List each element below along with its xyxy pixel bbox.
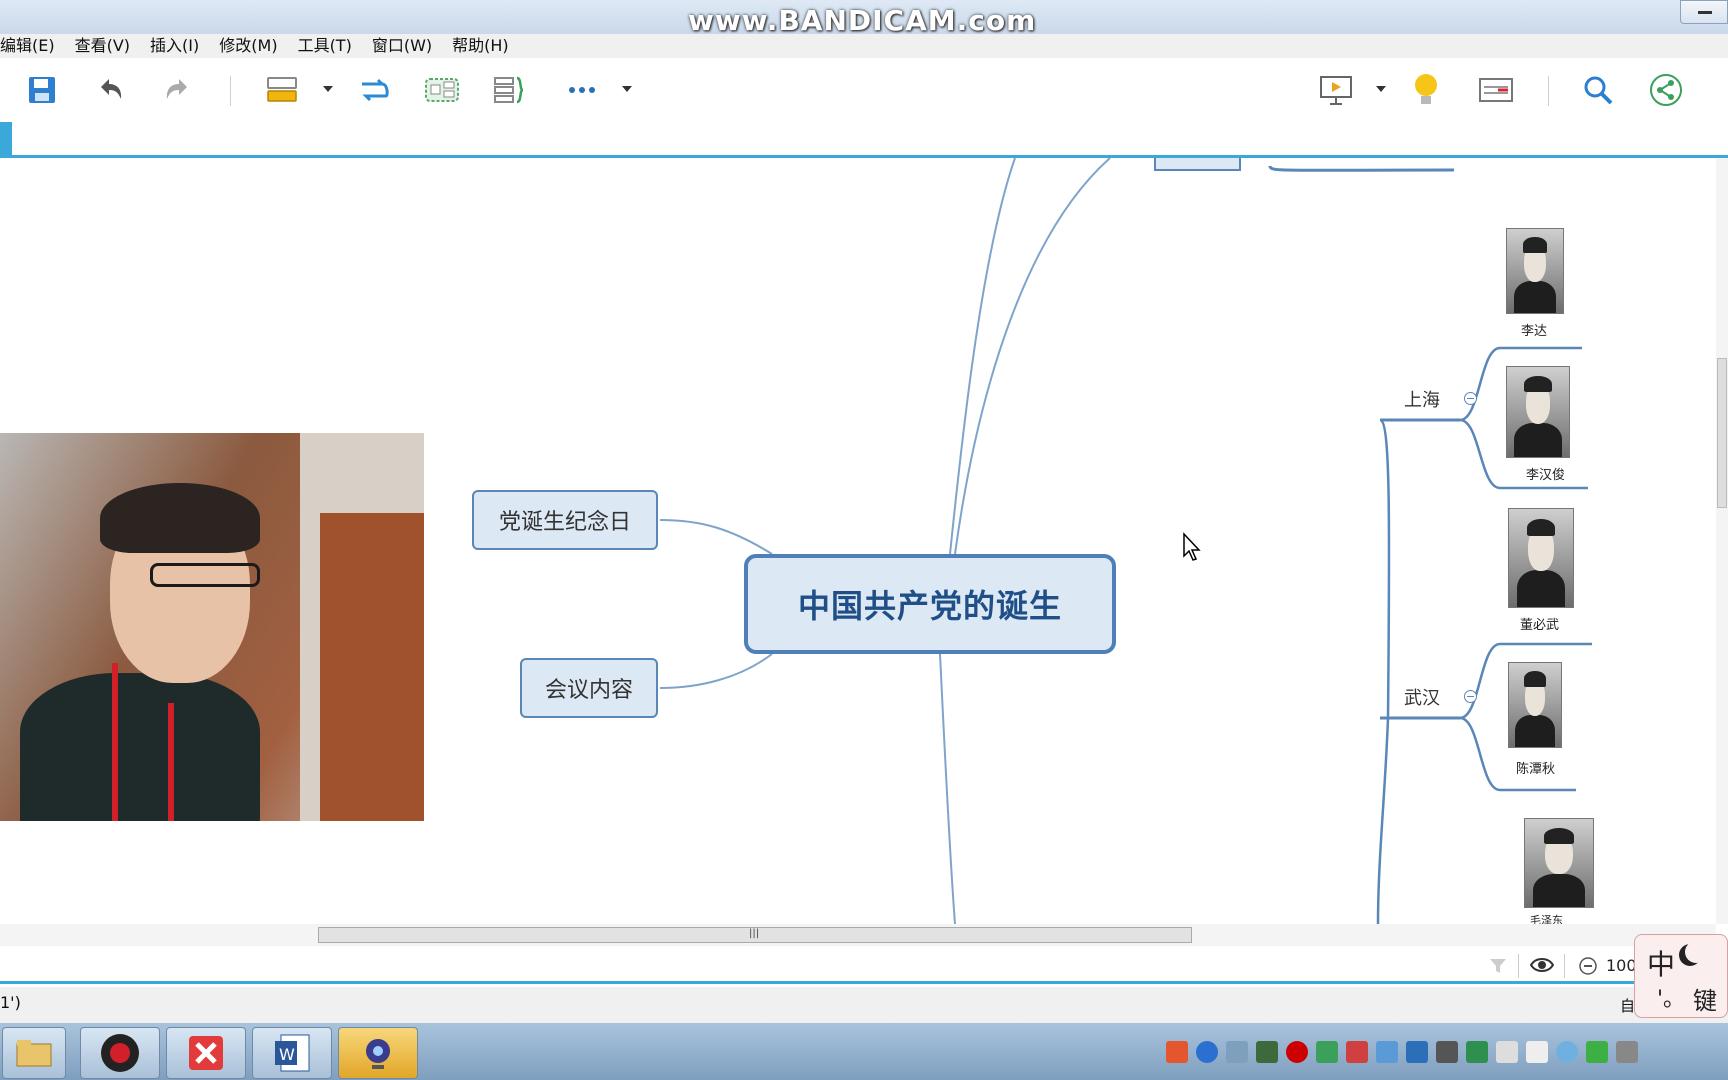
vertical-scrollbar[interactable]	[1716, 158, 1728, 924]
globe-icon[interactable]	[1556, 1041, 1578, 1063]
topic-meeting-content[interactable]: 会议内容	[520, 658, 658, 718]
system-tray	[1166, 1030, 1638, 1074]
more-icon[interactable]	[562, 70, 602, 110]
mouse-cursor-icon	[1183, 532, 1201, 561]
menu-help[interactable]: 帮助(H)	[442, 34, 519, 58]
status-bar: 100	[0, 946, 1728, 984]
xmind-taskbar-button[interactable]	[166, 1027, 246, 1079]
zoom-level: 100	[1606, 956, 1637, 975]
photo-chen-tanqiu	[1508, 662, 1562, 748]
sogou-icon[interactable]	[1166, 1041, 1188, 1063]
help-icon[interactable]	[1196, 1041, 1218, 1063]
tab-strip	[0, 122, 1728, 158]
photo-dong-biwu	[1508, 508, 1574, 608]
collapse-wuhan-icon[interactable]	[1464, 690, 1477, 703]
explorer-taskbar-button[interactable]	[2, 1027, 66, 1079]
save-icon[interactable]	[22, 70, 62, 110]
filter-icon[interactable]	[1488, 956, 1508, 976]
wd-icon[interactable]	[1406, 1041, 1428, 1063]
toolbar	[0, 58, 1728, 122]
cloud-icon[interactable]	[1376, 1041, 1398, 1063]
summary-icon[interactable]	[490, 70, 530, 110]
bandicam-taskbar-button[interactable]	[80, 1027, 160, 1079]
boundary-icon[interactable]	[422, 70, 462, 110]
photo-li-da	[1506, 228, 1564, 314]
topic-anniversary[interactable]: 党诞生纪念日	[472, 490, 658, 550]
status-left-text: 1')	[0, 993, 21, 1012]
menu-bar: 编辑(E) 查看(V) 插入(I) 修改(M) 工具(T) 窗口(W) 帮助(H…	[0, 34, 1728, 58]
city-shanghai[interactable]: 上海	[1404, 386, 1440, 412]
title-bar: www.BANDICAM.com	[0, 0, 1728, 37]
person-mao-zedong: 毛泽东	[1530, 914, 1563, 924]
outline-icon[interactable]	[1476, 70, 1516, 110]
relationship-icon[interactable]	[354, 70, 394, 110]
person-chen-tanqiu: 陈潭秋	[1516, 762, 1556, 777]
presentation-dropdown-icon[interactable]	[1376, 86, 1386, 92]
person-dong-biwu: 董必武	[1520, 618, 1560, 633]
ime-punct-icon: '。	[1657, 987, 1686, 1012]
ime-key: 键	[1693, 987, 1717, 1015]
central-topic[interactable]: 中国共产党的诞生	[744, 554, 1116, 654]
collapse-shanghai-icon[interactable]	[1464, 392, 1477, 405]
presentation-icon[interactable]	[1316, 70, 1356, 110]
status-line: 1') 自	[0, 987, 1728, 1023]
topic-dropdown-icon[interactable]	[323, 86, 333, 92]
topic-icon[interactable]	[262, 70, 302, 110]
menu-edit[interactable]: 编辑(E)	[0, 34, 65, 58]
redo-icon[interactable]	[158, 70, 198, 110]
photo-li-hanjun	[1506, 366, 1570, 458]
camera-taskbar-button[interactable]	[338, 1027, 418, 1079]
usb-icon[interactable]	[1496, 1041, 1518, 1063]
toolbar-divider	[1548, 76, 1549, 106]
ime-indicator[interactable]: 中 键 '。	[1634, 934, 1728, 1018]
status-divider	[1518, 954, 1519, 978]
zoom-out-icon[interactable]	[1578, 956, 1598, 976]
monitor-icon[interactable]	[1436, 1041, 1458, 1063]
record-icon[interactable]	[1286, 1041, 1308, 1063]
word-taskbar-button[interactable]: W	[252, 1027, 332, 1079]
idea-icon[interactable]	[1406, 70, 1446, 110]
pen-icon[interactable]	[1466, 1041, 1488, 1063]
photo-mao-zedong	[1524, 818, 1594, 908]
list-icon[interactable]	[1586, 1041, 1608, 1063]
minimize-button[interactable]	[1680, 0, 1728, 24]
horizontal-scroll-thumb[interactable]: |||	[318, 927, 1192, 943]
menu-window[interactable]: 窗口(W)	[362, 34, 442, 58]
menu-tools[interactable]: 工具(T)	[288, 34, 362, 58]
svg-text:W: W	[279, 1045, 295, 1064]
security-icon[interactable]	[1316, 1041, 1338, 1063]
volume-icon[interactable]	[1526, 1041, 1548, 1063]
flag-icon[interactable]	[1346, 1041, 1368, 1063]
menu-modify[interactable]: 修改(M)	[209, 34, 287, 58]
city-wuhan[interactable]: 武汉	[1404, 684, 1440, 710]
undo-icon[interactable]	[90, 70, 130, 110]
signal-icon[interactable]	[1616, 1041, 1638, 1063]
webcam-overlay	[0, 433, 424, 821]
person-li-hanjun: 李汉俊	[1526, 468, 1566, 483]
search-icon[interactable]	[1578, 70, 1618, 110]
menu-insert[interactable]: 插入(I)	[140, 34, 209, 58]
more-dropdown-icon[interactable]	[622, 86, 632, 92]
eye-icon[interactable]	[1530, 956, 1554, 974]
tray-expand-icon[interactable]	[1226, 1041, 1248, 1063]
status-right-text: 自	[1620, 997, 1636, 1015]
ime-mode: 中	[1647, 948, 1676, 981]
toolbar-divider	[230, 76, 231, 106]
horizontal-scrollbar[interactable]: |||	[0, 924, 1716, 946]
bandicam-watermark: www.BANDICAM.com	[688, 4, 1037, 37]
share-icon[interactable]	[1646, 70, 1686, 110]
sheet-tab[interactable]	[0, 122, 12, 155]
moon-icon	[1685, 941, 1707, 963]
person-li-da: 李达	[1521, 324, 1548, 339]
menu-view[interactable]: 查看(V)	[65, 34, 140, 58]
status-divider	[1564, 954, 1565, 978]
network-tool-icon[interactable]	[1256, 1041, 1278, 1063]
vertical-scroll-thumb[interactable]	[1717, 358, 1727, 508]
